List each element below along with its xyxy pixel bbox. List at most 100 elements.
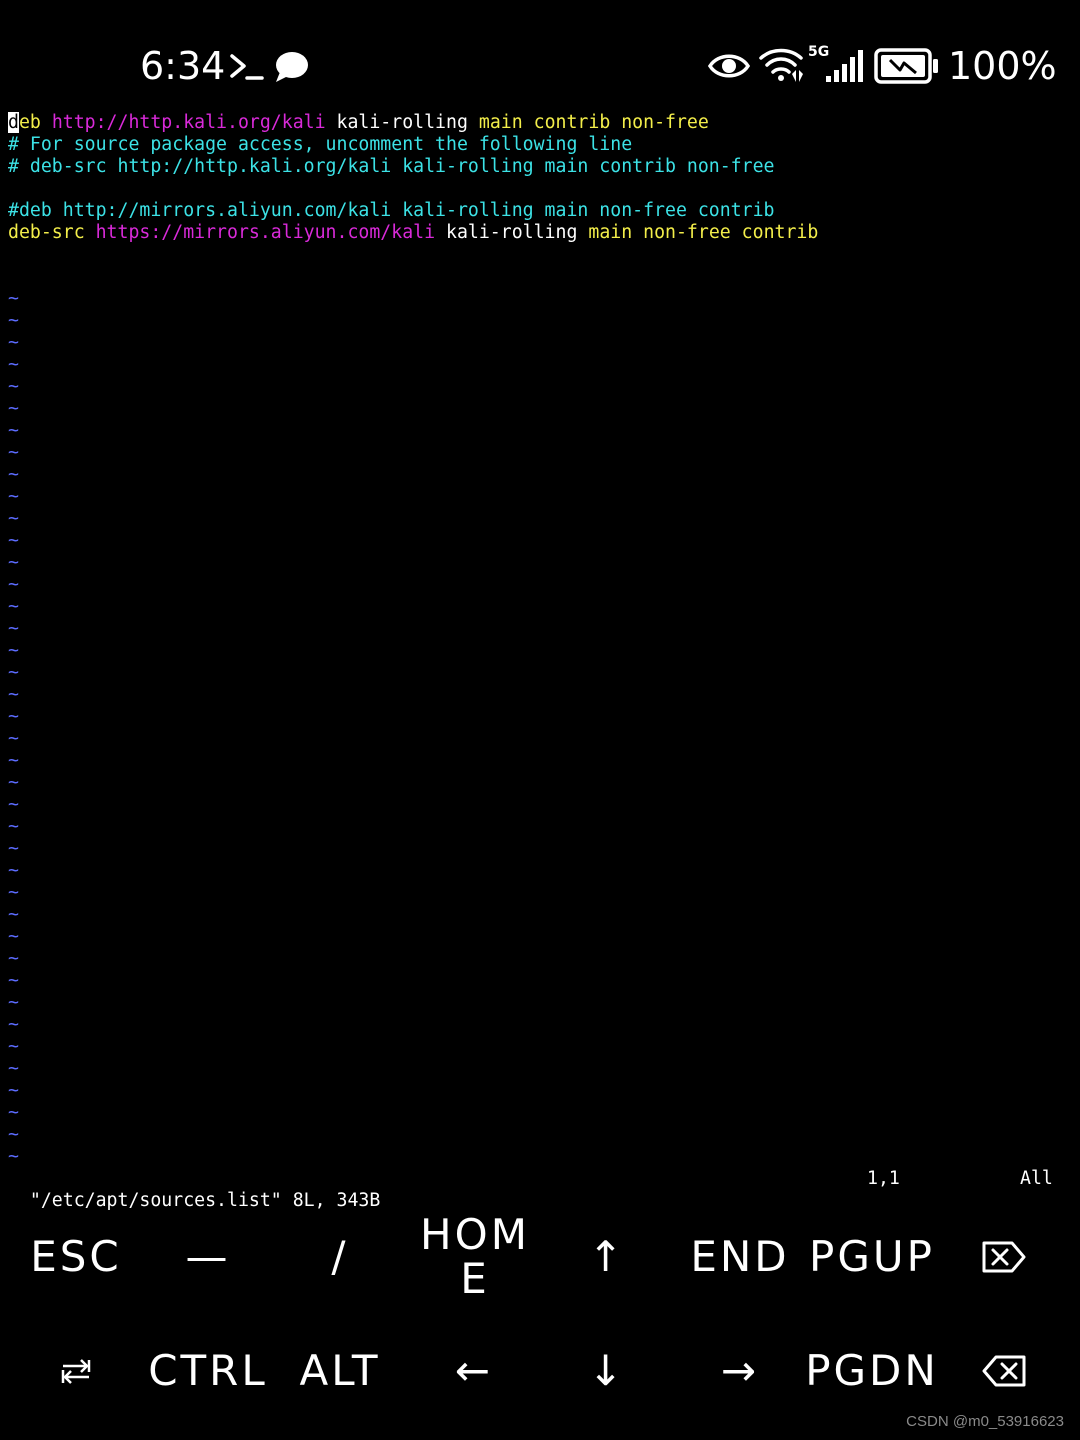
slash-key-label: /: [331, 1231, 349, 1281]
pgup-key[interactable]: PGUP: [806, 1200, 938, 1314]
editor-text-segment: deb-src: [8, 222, 96, 243]
empty-line-marker: ~: [8, 1102, 19, 1123]
backspace-key[interactable]: [938, 1314, 1070, 1428]
empty-line-marker: ~: [8, 882, 19, 903]
empty-line-marker: ~: [8, 706, 19, 727]
terminal-prompt-icon: [230, 54, 264, 80]
left-arrow-key[interactable]: ←: [408, 1314, 540, 1428]
editor-text-segment: https://mirrors.aliyun.com/kali: [95, 222, 436, 243]
editor-text-segment: main non-free contrib: [588, 222, 819, 243]
empty-line-marker: ~: [8, 442, 19, 463]
empty-line-marker: ~: [8, 684, 19, 705]
empty-line-marker: ~: [8, 332, 19, 353]
editor-line: # deb-src http://http.kali.org/kali kali…: [8, 156, 1072, 178]
empty-line-marker: ~: [8, 728, 19, 749]
battery-charging-icon: [874, 48, 938, 84]
esc-key[interactable]: ESC: [10, 1200, 142, 1314]
empty-line-marker: ~: [8, 970, 19, 991]
empty-line-marker: ~: [8, 508, 19, 529]
empty-line-marker: ~: [8, 596, 19, 617]
clock: 6:34: [140, 44, 226, 88]
tab-icon: [61, 1359, 91, 1384]
editor-text-segment: kali-rolling: [435, 222, 589, 243]
pgdn-key-label: PGDN: [805, 1345, 939, 1395]
eye-icon: [708, 54, 750, 78]
empty-line-marker: ~: [8, 354, 19, 375]
empty-line-marker: ~: [8, 772, 19, 793]
5g-signal-icon: 5G: [808, 44, 864, 84]
empty-line-marker: ~: [8, 948, 19, 969]
empty-line-marker: ~: [8, 860, 19, 881]
end-key[interactable]: END: [674, 1200, 806, 1314]
down-arrow-key-label: ↓: [587, 1345, 627, 1395]
editor-text-segment: # For source package access, uncomment t…: [8, 134, 633, 155]
empty-line-marker: ~: [8, 794, 19, 815]
tab-key[interactable]: [10, 1314, 142, 1428]
empty-line-marker: ~: [8, 398, 19, 419]
empty-line-marker: ~: [8, 618, 19, 639]
backspace-icon: [982, 1355, 1026, 1387]
empty-line-marker: ~: [8, 1036, 19, 1057]
vim-status-line: "/etc/apt/sources.list" 8L, 343B 1,1 All: [8, 1168, 1072, 1211]
left-arrow-key-label: ←: [454, 1345, 494, 1395]
empty-line-marker: ~: [8, 662, 19, 683]
empty-line-marker: ~: [8, 288, 19, 309]
chat-bubble-icon: [276, 52, 308, 82]
editor-text-segment: kali-rolling: [325, 112, 479, 133]
right-arrow-key[interactable]: →: [674, 1314, 806, 1428]
alt-key-label: ALT: [299, 1345, 381, 1395]
pgdn-key[interactable]: PGDN: [805, 1314, 939, 1428]
empty-line-marker: ~: [8, 464, 19, 485]
empty-line-marker: ~: [8, 816, 19, 837]
right-arrow-key-label: →: [720, 1345, 760, 1395]
editor-line: # For source package access, uncomment t…: [8, 134, 1072, 156]
editor-text-segment: main contrib non-free: [478, 112, 709, 133]
ctrl-key[interactable]: CTRL: [142, 1314, 274, 1428]
empty-line-marker: ~: [8, 992, 19, 1013]
delete-forward-icon: [982, 1241, 1026, 1273]
text-cursor: d: [8, 112, 19, 133]
editor-text-segment: #deb http://mirrors.aliyun.com/kali kali…: [8, 200, 775, 221]
editor-buffer[interactable]: deb http://http.kali.org/kali kali-rolli…: [8, 112, 1072, 244]
editor-line: deb http://http.kali.org/kali kali-rolli…: [8, 112, 1072, 134]
down-arrow-key[interactable]: ↓: [541, 1314, 673, 1428]
empty-line-marker: ~: [8, 1058, 19, 1079]
empty-line-marker: ~: [8, 420, 19, 441]
home-key-label: HOME: [420, 1209, 530, 1303]
empty-line-marker: ~: [8, 904, 19, 925]
editor-text-segment: # deb-src http://http.kali.org/kali kali…: [8, 156, 775, 177]
editor-line: #deb http://mirrors.aliyun.com/kali kali…: [8, 200, 1072, 222]
empty-line-marker: ~: [8, 640, 19, 661]
editor-text-segment: http://http.kali.org/kali: [51, 112, 326, 133]
empty-line-marker: ~: [8, 376, 19, 397]
wifi-icon: [759, 48, 803, 82]
empty-line-marker: ~: [8, 926, 19, 947]
alt-key[interactable]: ALT: [274, 1314, 406, 1428]
empty-line-marker: ~: [8, 1080, 19, 1101]
empty-line-marker: ~: [8, 838, 19, 859]
empty-line-marker: ~: [8, 574, 19, 595]
empty-line-marker: ~: [8, 1124, 19, 1145]
editor-line: deb-src https://mirrors.aliyun.com/kali …: [8, 222, 1072, 244]
dash-key[interactable]: —: [142, 1200, 274, 1314]
up-arrow-key[interactable]: ↑: [541, 1200, 673, 1314]
delete-key[interactable]: [938, 1200, 1070, 1314]
empty-line-marker: ~: [8, 750, 19, 771]
battery-percent: 100%: [948, 44, 1057, 88]
dash-key-label: —: [185, 1231, 231, 1281]
extra-keys-bar: ESC — / HOME ↑ END PGUP CTRL ALT ← ↓ → P…: [0, 1200, 1080, 1428]
home-key[interactable]: HOME: [416, 1200, 534, 1314]
watermark: CSDN @m0_53916623: [906, 1413, 1064, 1430]
empty-line-marker: ~: [8, 1146, 19, 1167]
editor-text-segment: eb: [18, 112, 52, 133]
scroll-indicator: All: [1020, 1168, 1053, 1189]
ctrl-key-label: CTRL: [148, 1345, 268, 1395]
status-bar: 6:34 5G 100%: [0, 0, 1080, 110]
esc-key-label: ESC: [30, 1231, 122, 1281]
empty-line-markers: ~ ~ ~ ~ ~ ~ ~ ~ ~ ~ ~ ~ ~ ~ ~ ~ ~ ~ ~ ~ ~ ~ ~ ~ ~ ~ ~ ~ ~ ~ ~ ~ ~ ~ ~ ~ ~ ~ ~ ~: [8, 288, 19, 1168]
empty-line-marker: ~: [8, 486, 19, 507]
up-arrow-key-label: ↑: [587, 1231, 627, 1281]
slash-key[interactable]: /: [274, 1200, 406, 1314]
empty-line-marker: ~: [8, 552, 19, 573]
